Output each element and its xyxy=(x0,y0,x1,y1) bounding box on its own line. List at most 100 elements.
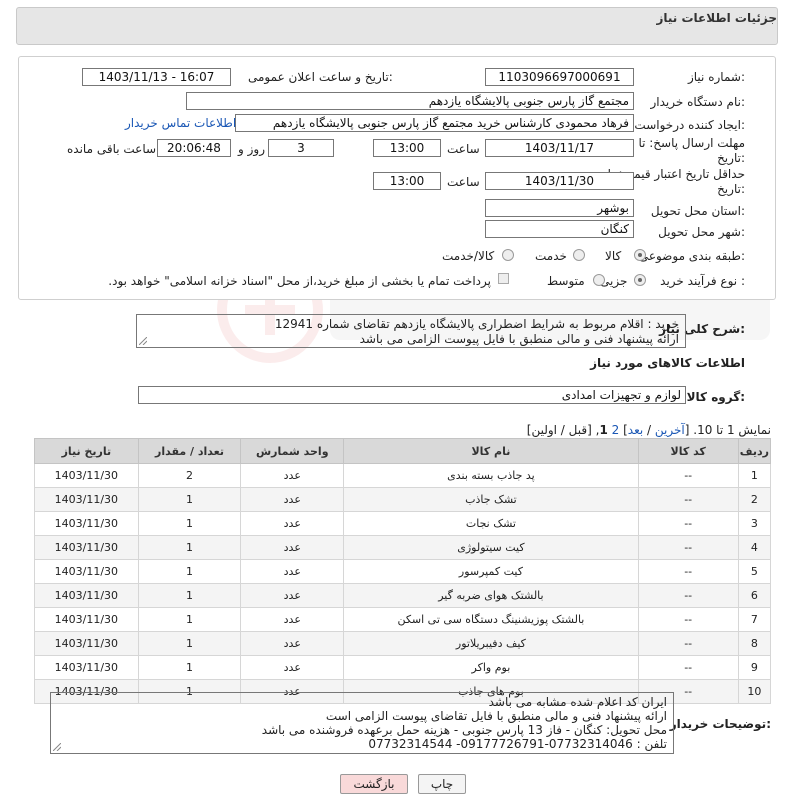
payment-note: پرداخت تمام یا بخشی از مبلغ خرید،از محل … xyxy=(108,274,491,288)
deadline-time-label: ساعت xyxy=(447,142,480,156)
cell-item-code: -- xyxy=(637,655,739,680)
cell-unit: عدد xyxy=(240,463,345,488)
requester-field: فرهاد محمودی کارشناس خرید مجتمع گاز پارس… xyxy=(235,114,634,132)
city-label: شهر محل تحویل: xyxy=(658,225,745,239)
pagination-separator: / xyxy=(643,423,655,437)
table-row: 3 -- تشک نجات عدد 1 1403/11/30 xyxy=(34,511,772,536)
cell-item-code: -- xyxy=(637,631,739,656)
buyer-org-field: مجتمع گاز پارس جنوبی پالایشگاه یازدهم xyxy=(186,92,634,110)
cell-quantity: 1 xyxy=(137,631,242,656)
process-radio-minor[interactable] xyxy=(634,274,646,286)
province-label: استان محل تحویل: xyxy=(650,204,745,218)
cell-item-name: تشک جاذب xyxy=(343,487,639,512)
cell-unit: عدد xyxy=(240,535,345,560)
need-number-label: شماره نیاز: xyxy=(687,70,745,84)
category-option-goods: کالا xyxy=(605,249,622,263)
validity-time-label: ساعت xyxy=(447,175,480,189)
pagination: نمایش 1 تا 10. [آخرین / بعد] 2 1, [قبل /… xyxy=(526,423,771,437)
pagination-next-link[interactable]: بعد xyxy=(628,423,643,437)
category-radio-goods[interactable] xyxy=(634,249,646,261)
col-code-header: کد کالا xyxy=(637,438,739,464)
notes-resize-grip-icon[interactable] xyxy=(53,743,61,751)
goods-group-label: گروه کالا: xyxy=(686,390,745,404)
pagination-page-1: 1 xyxy=(599,423,608,437)
cell-quantity: 1 xyxy=(137,655,242,680)
deadline-label: مهلت ارسال پاسخ: تا xyxy=(638,136,745,150)
deadline-time-field: 13:00 xyxy=(373,139,441,157)
cell-need-date: 1403/11/30 xyxy=(34,463,139,488)
cell-row-index: 2 xyxy=(737,487,772,512)
cell-item-name: تشک نجات xyxy=(343,511,639,536)
cell-need-date: 1403/11/30 xyxy=(34,511,139,536)
process-radio-medium[interactable] xyxy=(593,274,605,286)
days-field: 3 xyxy=(268,139,334,157)
col-date-header: تاریخ نیاز xyxy=(34,438,139,464)
process-option-medium: متوسط xyxy=(547,274,585,288)
cell-row-index: 4 xyxy=(737,535,772,560)
validity-time-field: 13:00 xyxy=(373,172,441,190)
description-line-1: خرید : اقلام مربوط به شرایط اضطراری پالا… xyxy=(274,317,679,331)
cell-row-index: 7 xyxy=(737,607,772,632)
cell-item-name: کیت سیتولوژی xyxy=(343,535,639,560)
goods-group-field: لوازم و تجهیزات امدادی xyxy=(138,386,686,404)
category-label: طبقه بندی موضوعی: xyxy=(638,249,745,263)
city-field: کنگان xyxy=(485,220,634,238)
category-option-service: خدمت xyxy=(535,249,567,263)
buyer-notes-box: ایران کد اعلام شده مشابه می باشد ارائه پ… xyxy=(50,692,674,754)
print-button[interactable]: چاپ xyxy=(418,774,466,794)
validity-label-date: تاریخ: xyxy=(717,182,745,196)
table-row: 7 -- بالشتک پوزیشنینگ دستگاه سی تی اسکن عدد… xyxy=(34,607,772,632)
category-radio-goods-service[interactable] xyxy=(502,249,514,261)
table-row: 6 -- بالشتک هوای ضربه گیر عدد 1 1403/11/30 xyxy=(34,583,772,608)
back-button[interactable]: بازگشت xyxy=(340,774,408,794)
col-row-header: ردیف xyxy=(737,438,772,464)
pagination-prefix: نمایش 1 تا 10. [ xyxy=(684,423,771,437)
description-box: خرید : اقلام مربوط به شرایط اضطراری پالا… xyxy=(136,314,686,348)
cell-unit: عدد xyxy=(240,631,345,656)
cell-quantity: 1 xyxy=(137,487,242,512)
col-qty-header: تعداد / مقدار xyxy=(137,438,242,464)
cell-row-index: 5 xyxy=(737,559,772,584)
treasury-checkbox[interactable] xyxy=(498,273,509,284)
cell-unit: عدد xyxy=(240,655,345,680)
cell-item-code: -- xyxy=(637,463,739,488)
remaining-label: ساعت باقی مانده xyxy=(67,142,157,156)
cell-quantity: 1 xyxy=(137,583,242,608)
category-option-goods-service: کالا/خدمت xyxy=(442,249,495,263)
announce-field: 1403/11/13 - 16:07 xyxy=(82,68,231,86)
cell-quantity: 1 xyxy=(137,535,242,560)
cell-quantity: 1 xyxy=(137,511,242,536)
table-header-row: ردیف کد کالا نام کالا واحد شمارش تعداد /… xyxy=(34,438,772,464)
cell-need-date: 1403/11/30 xyxy=(34,559,139,584)
cell-item-code: -- xyxy=(637,487,739,512)
resize-grip-icon[interactable] xyxy=(139,337,147,345)
buyer-notes-line-2: ارائه پیشنهاد فنی و مالی منطبق با فایل ت… xyxy=(325,709,667,723)
days-label: روز و xyxy=(238,142,265,156)
buyer-notes-line-4: تلفن : 07732314046-09177726791- 07732314… xyxy=(368,737,667,751)
cell-item-code: -- xyxy=(637,607,739,632)
buyer-contact-link[interactable]: اطلاعات تماس خریدار xyxy=(125,116,236,130)
cell-need-date: 1403/11/30 xyxy=(34,535,139,560)
pagination-page-2[interactable]: 2 xyxy=(612,423,620,437)
cell-row-index: 9 xyxy=(737,655,772,680)
buyer-org-label: نام دستگاه خریدار: xyxy=(650,95,746,109)
remaining-time-field: 20:06:48 xyxy=(157,139,231,157)
table-row: 4 -- کیت سیتولوژی عدد 1 1403/11/30 xyxy=(34,535,772,560)
buyer-notes-label: توضیحات خریدار: xyxy=(669,717,771,731)
cell-item-name: بالشتک هوای ضربه گیر xyxy=(343,583,639,608)
validity-date-field: 1403/11/30 xyxy=(485,172,634,190)
cell-need-date: 1403/11/30 xyxy=(34,607,139,632)
category-radio-service[interactable] xyxy=(573,249,585,261)
cell-need-date: 1403/11/30 xyxy=(34,655,139,680)
cell-unit: عدد xyxy=(240,559,345,584)
cell-unit: عدد xyxy=(240,607,345,632)
cell-item-code: -- xyxy=(637,583,739,608)
cell-need-date: 1403/11/30 xyxy=(34,583,139,608)
pagination-last-link[interactable]: آخرین xyxy=(655,423,685,437)
buyer-notes-line-1: ایران کد اعلام شده مشابه می باشد xyxy=(488,695,667,709)
cell-item-name: بالشتک پوزیشنینگ دستگاه سی تی اسکن xyxy=(343,607,639,632)
col-name-header: نام کالا xyxy=(343,438,639,464)
cell-item-code: -- xyxy=(637,559,739,584)
cell-quantity: 1 xyxy=(137,607,242,632)
buyer-notes-line-3: محل تحویل: کنگان - فاز 13 پارس جنوبی - ه… xyxy=(261,723,667,737)
